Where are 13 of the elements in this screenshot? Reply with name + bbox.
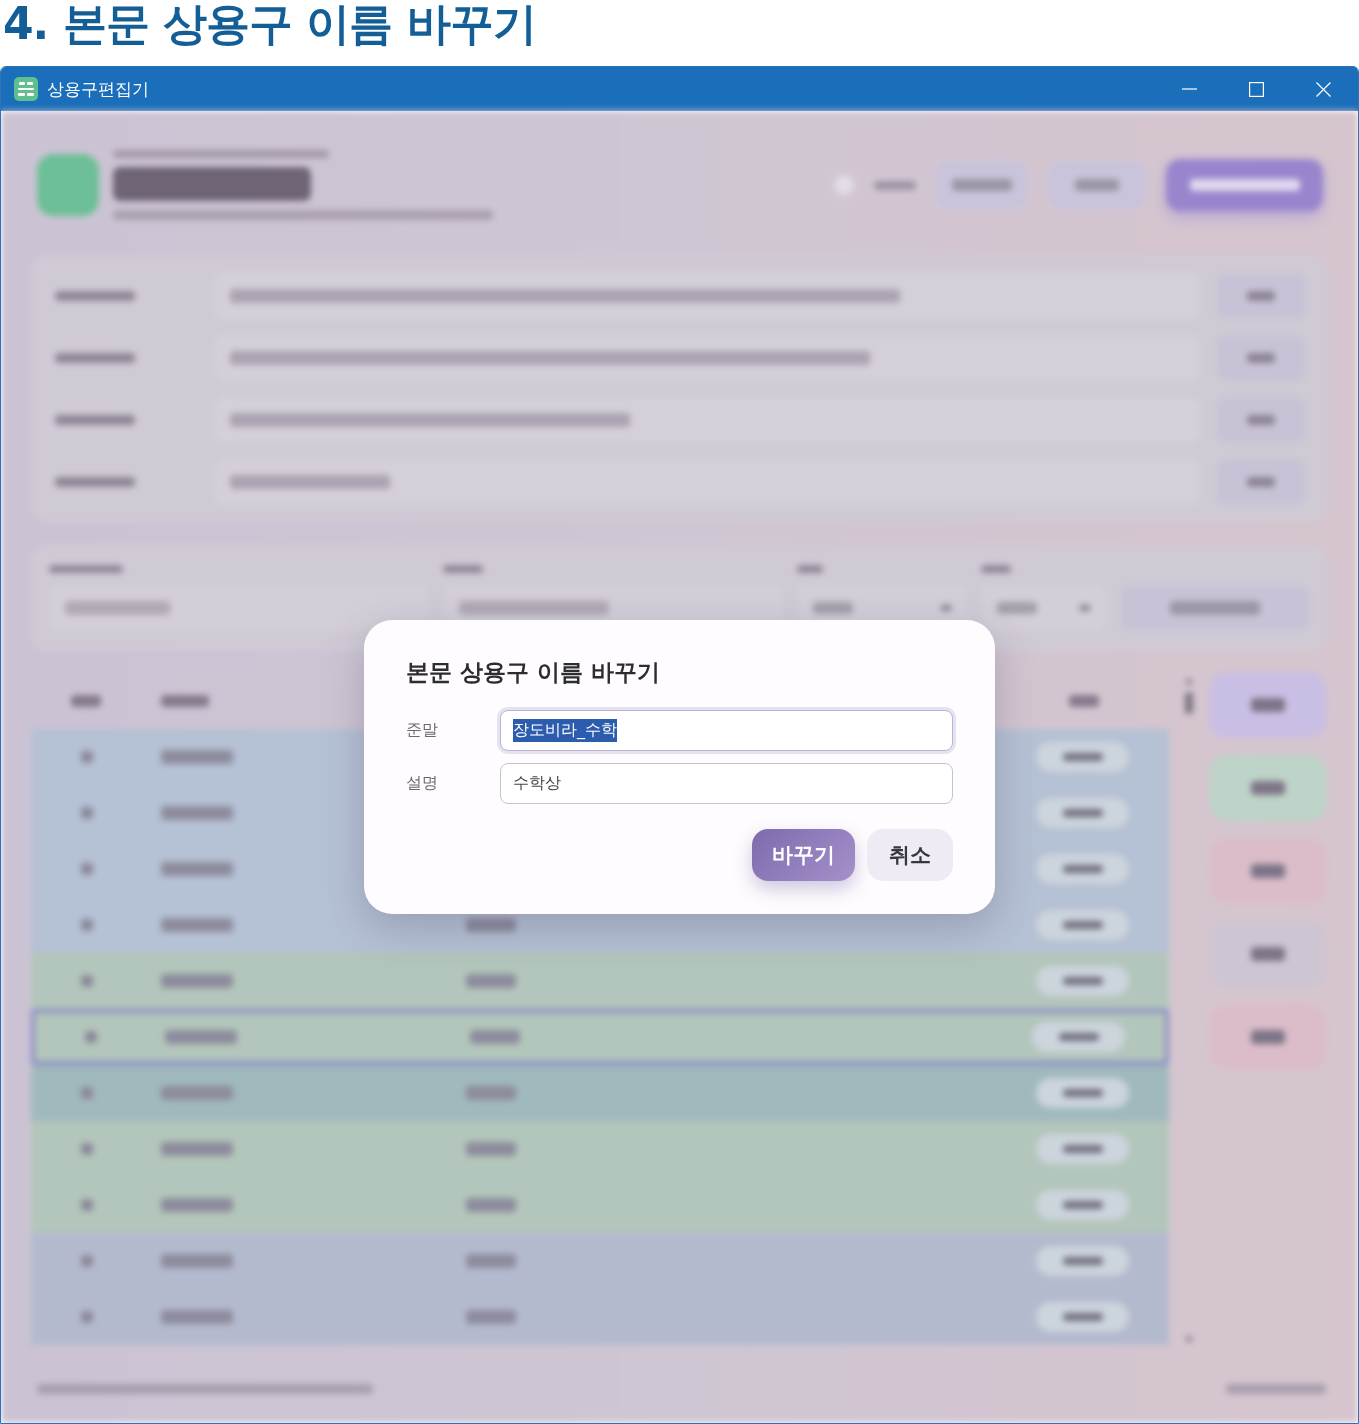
field-label: 준말 <box>406 720 438 741</box>
dialog-title: 본문 상용구 이름 바꾸기 <box>406 658 662 687</box>
maximize-icon <box>1249 81 1264 97</box>
cancel-button[interactable]: 취소 <box>867 829 953 881</box>
close-icon <box>1316 81 1331 97</box>
confirm-button[interactable]: 바꾸기 <box>752 829 855 881</box>
text-field[interactable]: 수학상 <box>500 763 953 804</box>
text-field[interactable]: 장도비라_수학 <box>500 710 953 751</box>
minimize-icon <box>1182 88 1197 90</box>
field-label: 설명 <box>406 773 438 794</box>
window-title: 상용구편집기 <box>47 77 149 101</box>
page-heading: 4. 본문 상용구 이름 바꾸기 <box>2 0 537 51</box>
app-icon <box>14 77 38 101</box>
